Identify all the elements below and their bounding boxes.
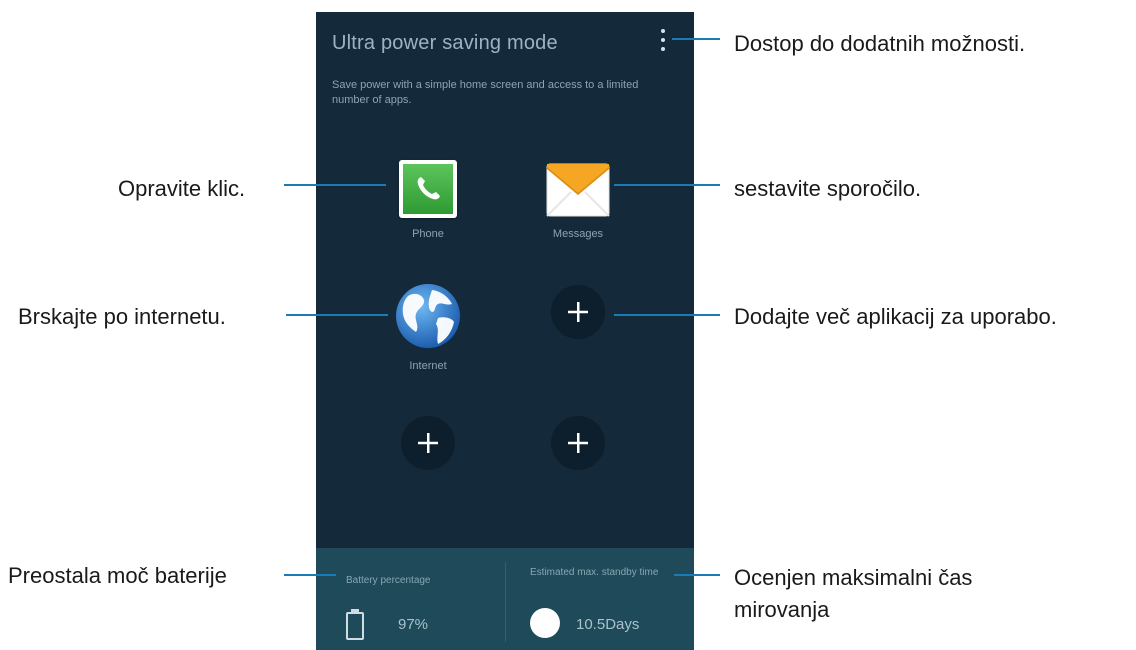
callout-line [674, 574, 720, 576]
app-label: Messages [552, 228, 604, 240]
plus-icon [568, 302, 588, 322]
battery-info-bar: Battery percentage 97% Estimated max. st… [316, 548, 694, 650]
screen-description: Save power with a simple home screen and… [332, 79, 639, 106]
callout-battery: Preostala moč baterije [8, 563, 227, 588]
more-options-dot [661, 28, 665, 33]
plus-icon [418, 433, 438, 453]
ultra-power-saving-screen: Ultra power saving mode Save power with … [316, 12, 694, 650]
callout-phone: Opravite klic. [118, 176, 246, 201]
callout-line [286, 314, 388, 316]
app-messages[interactable]: Messages [518, 160, 638, 240]
callout-internet: Brskajte po internetu. [18, 304, 226, 329]
add-app-button[interactable] [401, 416, 455, 470]
divider [505, 562, 506, 642]
battery-icon [346, 609, 364, 640]
callout-line [614, 314, 720, 316]
plus-icon [568, 433, 588, 453]
standby-value: 10.5Days [576, 616, 640, 633]
callout-messages: sestavite sporočilo. [734, 176, 922, 201]
more-options-icon[interactable] [656, 26, 670, 54]
app-label: Internet [409, 360, 447, 372]
more-options-dot [661, 47, 665, 52]
globe-icon [394, 282, 462, 350]
callout-standby-line2: mirovanja [734, 597, 830, 622]
callout-line [614, 184, 720, 186]
callout-line [284, 574, 336, 576]
callout-add-apps: Dodajte več aplikacij za uporabo. [734, 304, 1057, 329]
app-internet[interactable]: Internet [368, 282, 488, 372]
envelope-icon [545, 160, 611, 218]
standby-label: Estimated max. standby time [530, 567, 659, 578]
phone-icon [399, 160, 457, 218]
screen-title: Ultra power saving mode [332, 32, 558, 54]
callout-line [672, 38, 720, 40]
add-app-button[interactable] [551, 285, 605, 339]
callout-standby-line1: Ocenjen maksimalni čas [734, 565, 973, 590]
more-options-dot [661, 37, 665, 42]
battery-label: Battery percentage [346, 575, 431, 586]
app-phone[interactable]: Phone [368, 160, 488, 240]
callout-line [284, 184, 386, 186]
app-label: Phone [412, 228, 444, 240]
standby-clock-icon [530, 608, 560, 638]
add-app-button[interactable] [551, 416, 605, 470]
battery-value: 97% [398, 616, 429, 633]
callout-more-options: Dostop do dodatnih možnosti. [734, 31, 1026, 56]
